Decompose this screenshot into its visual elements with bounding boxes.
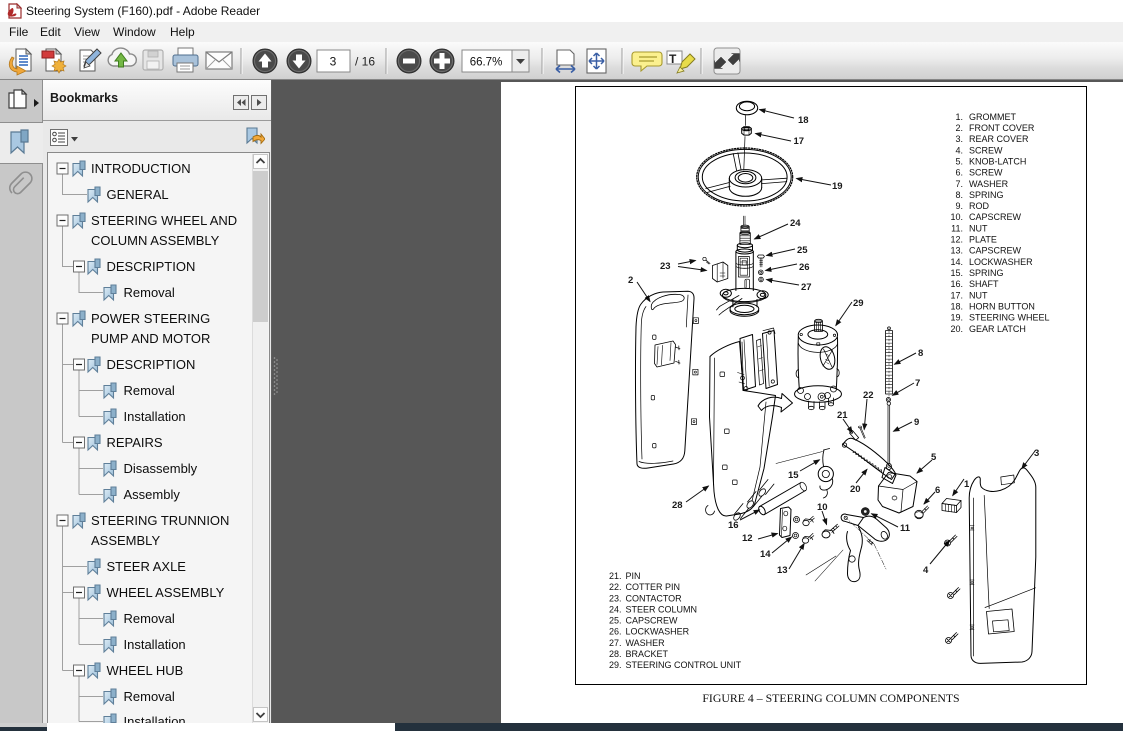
svg-text:COTTER PIN: COTTER PIN [626,582,681,592]
svg-text:25.: 25. [609,616,622,626]
svg-text:CONTACTOR: CONTACTOR [626,593,683,603]
svg-text:24: 24 [790,218,801,229]
svg-text:SCREW: SCREW [969,145,1003,155]
svg-text:CAPSCREW: CAPSCREW [969,246,1022,256]
svg-text:8.: 8. [955,190,963,200]
svg-text:10.: 10. [950,212,963,222]
svg-text:27.: 27. [609,638,622,648]
svg-text:REAR COVER: REAR COVER [969,134,1029,144]
svg-text:7: 7 [915,378,920,389]
svg-text:7.: 7. [955,179,963,189]
svg-text:STEERING CONTROL UNIT: STEERING CONTROL UNIT [626,660,742,670]
svg-text:22.: 22. [609,582,622,592]
svg-text:PLATE: PLATE [969,235,997,245]
svg-text:18.: 18. [950,302,963,312]
svg-text:19: 19 [832,181,843,192]
svg-text:16.: 16. [950,279,963,289]
svg-text:17.: 17. [950,290,963,300]
svg-text:22: 22 [863,390,874,401]
svg-text:14.: 14. [950,257,963,267]
svg-text:5: 5 [931,452,937,463]
svg-text:PIN: PIN [626,571,641,581]
svg-text:9.: 9. [955,201,963,211]
svg-text:16: 16 [728,520,739,531]
svg-text:9: 9 [914,417,919,428]
svg-text:STEERING WHEEL: STEERING WHEEL [969,313,1050,323]
svg-text:1: 1 [964,479,970,490]
svg-text:28: 28 [672,500,683,511]
svg-text:/ 16: / 16 [355,55,375,69]
svg-text:24.: 24. [609,604,622,614]
svg-text:2.: 2. [955,123,963,133]
svg-text:3: 3 [330,55,337,69]
svg-text:29: 29 [853,298,864,309]
svg-text:SCREW: SCREW [969,168,1003,178]
svg-text:20.: 20. [950,324,963,334]
svg-text:6: 6 [935,485,940,496]
svg-text:29.: 29. [609,660,622,670]
svg-text:4.: 4. [955,145,963,155]
svg-text:4: 4 [923,565,929,576]
svg-text:NUT: NUT [969,223,988,233]
svg-text:28.: 28. [609,649,622,659]
svg-text:18: 18 [798,115,809,126]
svg-text:SPRING: SPRING [969,190,1004,200]
svg-text:17: 17 [794,136,805,147]
svg-text:15.: 15. [950,268,963,278]
svg-text:FRONT COVER: FRONT COVER [969,123,1035,133]
svg-text:26: 26 [799,262,810,273]
svg-text:SHAFT: SHAFT [969,279,999,289]
svg-text:ROD: ROD [969,201,990,211]
svg-text:5.: 5. [955,156,963,166]
svg-text:12.: 12. [950,235,963,245]
svg-text:19.: 19. [950,313,963,323]
svg-text:LOCKWASHER: LOCKWASHER [626,627,690,637]
svg-text:27: 27 [801,282,812,293]
svg-text:SPRING: SPRING [969,268,1004,278]
svg-text:13: 13 [777,565,788,576]
svg-text:NUT: NUT [969,290,988,300]
svg-text:14: 14 [760,549,771,560]
svg-text:CAPSCREW: CAPSCREW [969,212,1022,222]
svg-text:LOCKWASHER: LOCKWASHER [969,257,1033,267]
svg-text:6.: 6. [955,168,963,178]
svg-text:66.7%: 66.7% [470,57,503,69]
svg-text:3: 3 [1034,448,1039,459]
svg-text:12: 12 [742,533,753,544]
svg-text:23.: 23. [609,593,622,603]
svg-text:KNOB-LATCH: KNOB-LATCH [969,156,1026,166]
svg-text:3.: 3. [955,134,963,144]
svg-text:BRACKET: BRACKET [626,649,669,659]
svg-text:8: 8 [918,348,923,359]
svg-text:26.: 26. [609,627,622,637]
svg-text:21.: 21. [609,571,622,581]
svg-text:WASHER: WASHER [969,179,1009,189]
svg-text:15: 15 [788,470,799,481]
svg-text:11.: 11. [951,223,963,233]
svg-text:GEAR LATCH: GEAR LATCH [969,324,1026,334]
svg-text:20: 20 [850,484,861,495]
svg-text:13.: 13. [950,246,963,256]
svg-text:1.: 1. [955,112,963,122]
svg-text:STEER COLUMN: STEER COLUMN [626,604,698,614]
svg-text:25: 25 [797,245,808,256]
svg-text:2: 2 [628,275,633,286]
svg-text:WASHER: WASHER [626,638,666,648]
svg-text:23: 23 [660,261,671,272]
svg-text:11: 11 [900,523,911,534]
svg-text:GROMMET: GROMMET [969,112,1016,122]
svg-text:T: T [669,52,677,66]
svg-text:HORN BUTTON: HORN BUTTON [969,302,1035,312]
svg-text:CAPSCREW: CAPSCREW [626,616,679,626]
